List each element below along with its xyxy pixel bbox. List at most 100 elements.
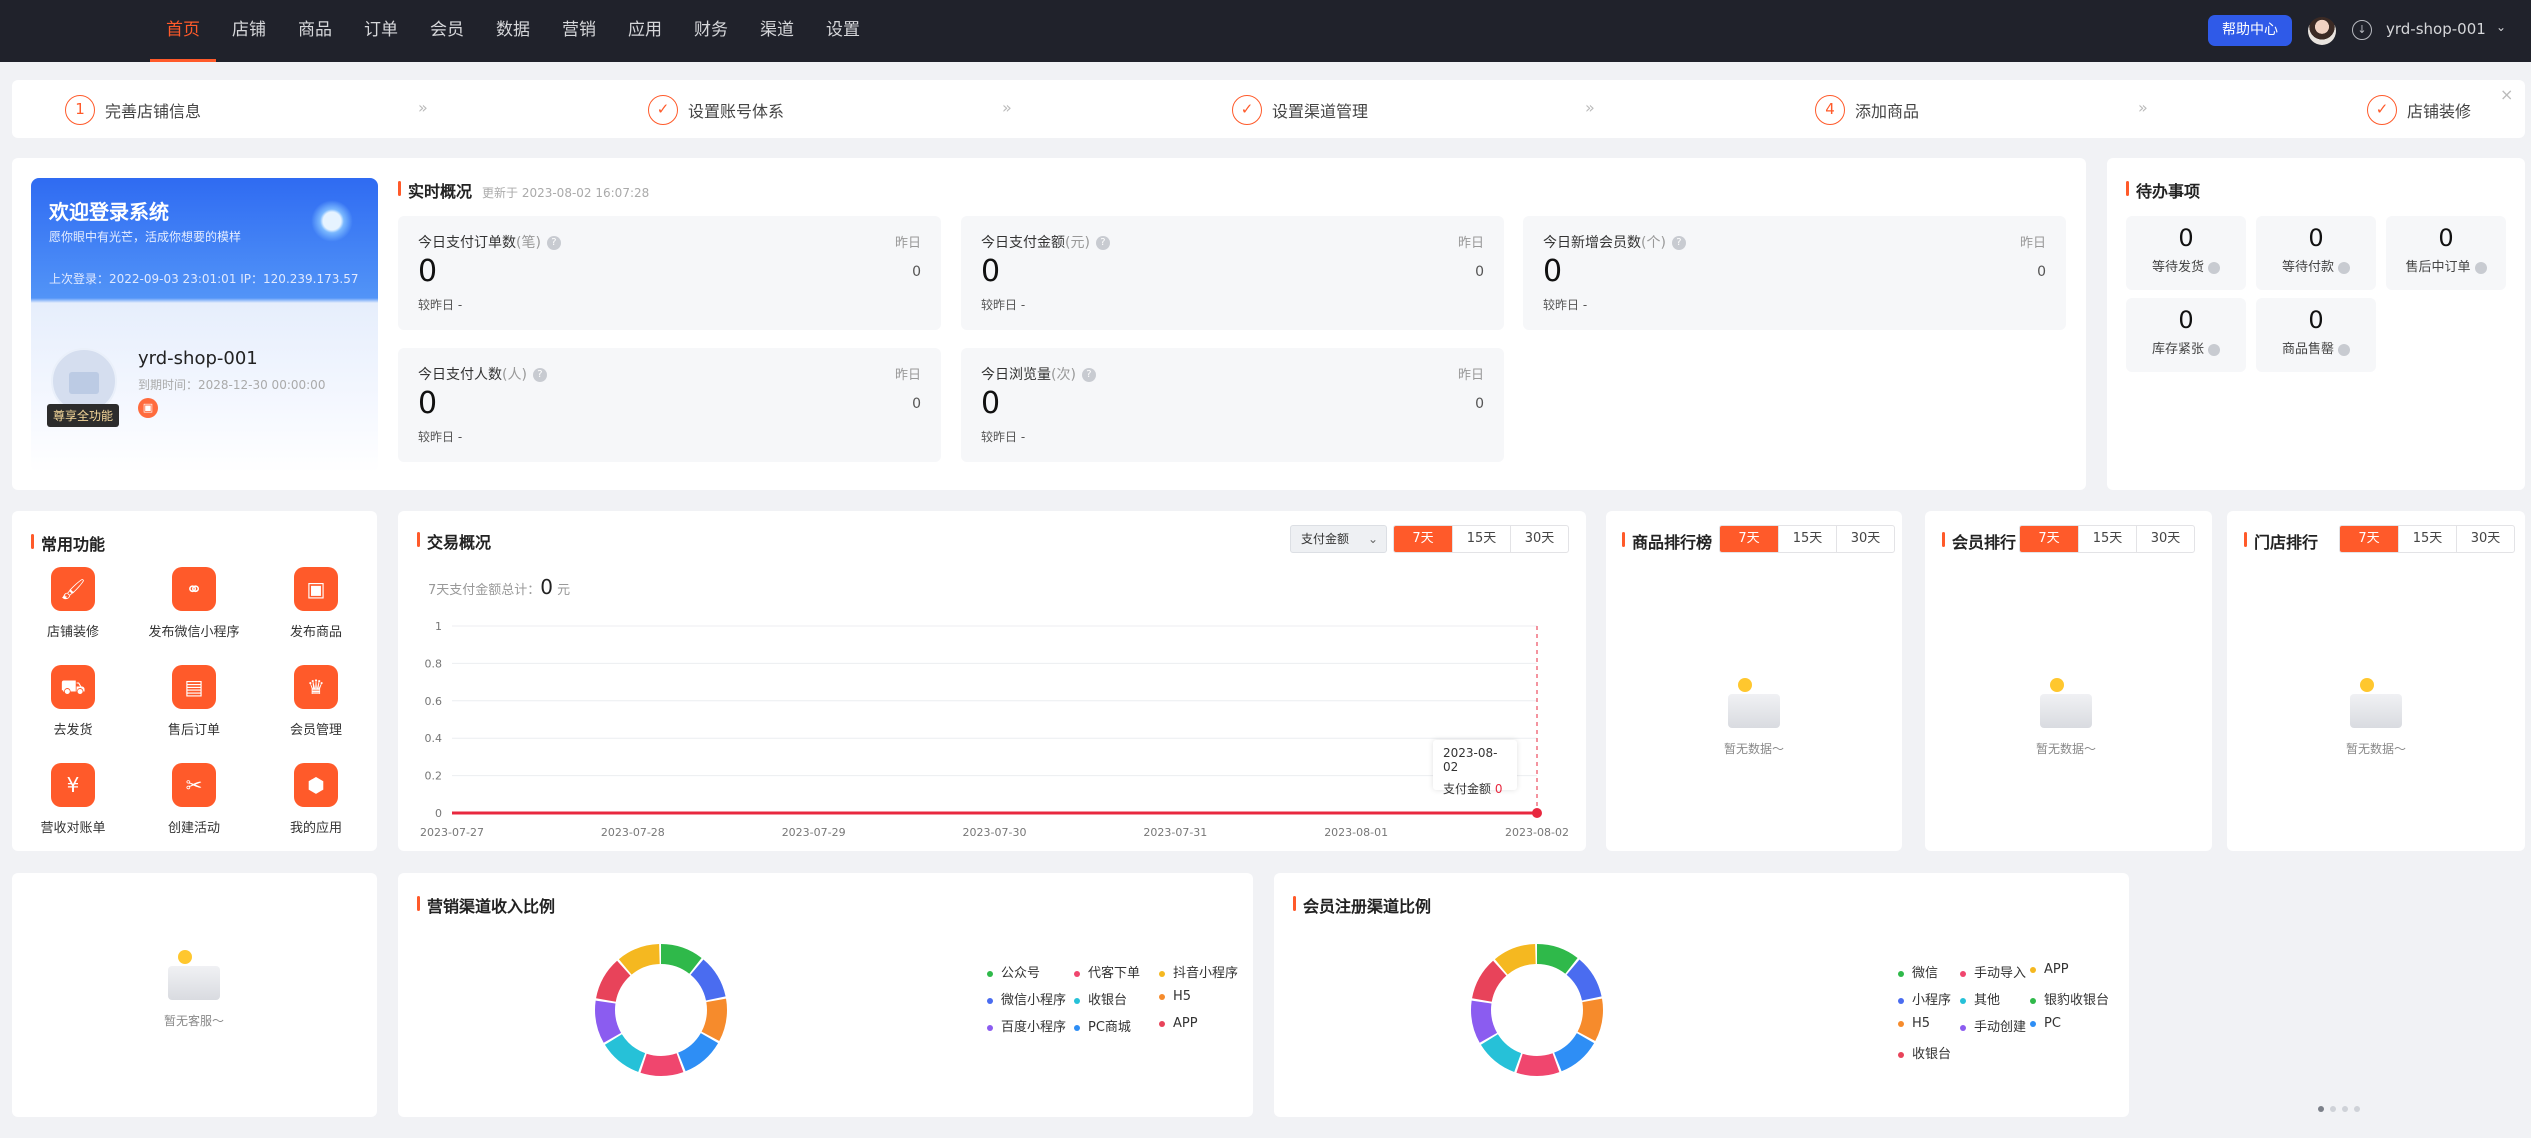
legend-item[interactable]: APP — [2030, 962, 2069, 977]
step-add-goods[interactable]: 4 添加商品 — [1815, 95, 1919, 125]
welcome-title: 欢迎登录系统 — [49, 200, 169, 224]
function-truck[interactable]: ⛟ 去发货 — [13, 665, 133, 738]
legend-item[interactable]: 手动创建 — [1960, 1016, 2026, 1035]
help-icon[interactable]: ? — [546, 236, 561, 250]
function-mini-program[interactable]: ⚭ 发布微信小程序 — [134, 567, 254, 640]
help-icon[interactable]: ? — [1095, 236, 1110, 250]
tab-30-days[interactable]: 30天 — [1836, 526, 1894, 552]
pager-dot[interactable] — [2318, 1106, 2324, 1112]
nav-item-settings[interactable]: 设置 — [810, 0, 876, 62]
tab-30-days[interactable]: 30天 — [2136, 526, 2194, 552]
nav-item-shop[interactable]: 店铺 — [216, 0, 282, 62]
tab-15-days[interactable]: 15天 — [2078, 526, 2136, 552]
stat-yesterday-value: 0 — [2037, 264, 2046, 280]
x-tick-label: 2023-08-01 — [1324, 826, 1388, 839]
legend-item[interactable]: 收银台 — [1898, 1043, 1951, 1062]
legend-item[interactable]: 微信 — [1898, 962, 1938, 981]
legend-item[interactable]: 其他 — [1960, 989, 2000, 1008]
legend-label: 微信 — [1912, 966, 1939, 981]
nav-item-goods[interactable]: 商品 — [282, 0, 348, 62]
tab-15-days[interactable]: 15天 — [2398, 526, 2456, 552]
legend-item[interactable]: 抖音小程序 — [1159, 962, 1238, 981]
channel-income-donut — [595, 944, 727, 1076]
todo-after-sale[interactable]: 0 售后中订单 — [2386, 216, 2506, 290]
function-paint-roller[interactable]: 🖌 店铺装修 — [13, 567, 133, 640]
help-icon[interactable] — [2208, 261, 2220, 274]
todo-sold-out[interactable]: 0 商品售罄 — [2256, 298, 2376, 372]
todo-low-stock[interactable]: 0 库存紧张 — [2126, 298, 2246, 372]
function-after-sale[interactable]: ▤ 售后订单 — [134, 665, 254, 738]
metric-select[interactable]: 支付金额 ⌄ — [1290, 525, 1387, 553]
legend-item[interactable]: 小程序 — [1898, 989, 1951, 1008]
nav-item-data[interactable]: 数据 — [480, 0, 546, 62]
help-icon[interactable]: ? — [1081, 368, 1096, 382]
nav-item-finance[interactable]: 财务 — [678, 0, 744, 62]
account-shop-name[interactable]: yrd-shop-001 — [2386, 20, 2486, 38]
tab-30-days[interactable]: 30天 — [1510, 526, 1568, 552]
legend-item[interactable]: PC — [2030, 1016, 2061, 1031]
tab-15-days[interactable]: 15天 — [1452, 526, 1510, 552]
todo-count: 0 — [2178, 224, 2194, 252]
close-icon[interactable]: × — [2500, 85, 2513, 104]
pager-dot[interactable] — [2342, 1106, 2348, 1112]
legend-item[interactable]: PC商城 — [1074, 1016, 1131, 1035]
legend-item[interactable]: 百度小程序 — [987, 1016, 1066, 1035]
tab-7-days[interactable]: 7天 — [1720, 526, 1778, 552]
nav-item-marketing[interactable]: 营销 — [546, 0, 612, 62]
help-icon[interactable] — [2338, 343, 2350, 356]
nav-item-apps[interactable]: 应用 — [612, 0, 678, 62]
help-icon[interactable] — [2338, 261, 2350, 274]
check-icon: ✓ — [648, 95, 678, 125]
tab-15-days[interactable]: 15天 — [1778, 526, 1836, 552]
legend-item[interactable]: 公众号 — [987, 962, 1040, 981]
trade-total-unit: 元 — [557, 583, 571, 598]
download-icon[interactable]: ↓ — [2352, 20, 2372, 40]
pager-dot[interactable] — [2354, 1106, 2360, 1112]
function-yuan-bill[interactable]: ¥ 营收对账单 — [13, 763, 133, 836]
pager-dot[interactable] — [2330, 1106, 2336, 1112]
legend-dot — [2030, 966, 2036, 973]
trade-title: 交易概况 — [417, 529, 491, 553]
todo-awaiting-payment[interactable]: 0 等待付款 — [2256, 216, 2376, 290]
tab-7-days[interactable]: 7天 — [2340, 526, 2398, 552]
legend-item[interactable]: H5 — [1898, 1016, 1930, 1031]
help-icon[interactable]: ? — [532, 368, 547, 382]
todo-awaiting-shipment[interactable]: 0 等待发货 — [2126, 216, 2246, 290]
function-cube[interactable]: ⬢ 我的应用 — [256, 763, 376, 836]
function-ticket[interactable]: ✂ 创建活动 — [134, 763, 254, 836]
tab-30-days[interactable]: 30天 — [2456, 526, 2514, 552]
legend-label: 抖音小程序 — [1173, 966, 1239, 981]
legend-item[interactable]: 银豹收银台 — [2030, 989, 2109, 1008]
chevron-down-icon[interactable]: ⌄ — [2496, 20, 2506, 34]
legend-item[interactable]: H5 — [1159, 989, 1191, 1004]
step-account-system[interactable]: ✓ 设置账号体系 — [648, 95, 784, 125]
step-shop-info[interactable]: 1 完善店铺信息 — [65, 95, 201, 125]
todo-label: 等待付款 — [2281, 260, 2334, 275]
legend-item[interactable]: 手动导入 — [1960, 962, 2026, 981]
step-channel-management[interactable]: ✓ 设置渠道管理 — [1232, 95, 1368, 125]
step-shop-decoration[interactable]: ✓ 店铺装修 — [2367, 95, 2471, 125]
legend-item[interactable]: 代客下单 — [1074, 962, 1140, 981]
nav-item-orders[interactable]: 订单 — [348, 0, 414, 62]
realtime-title: 实时概况 — [398, 178, 472, 202]
tab-7-days[interactable]: 7天 — [1394, 526, 1452, 552]
help-icon[interactable] — [2474, 261, 2487, 274]
nav-item-channels[interactable]: 渠道 — [744, 0, 810, 62]
stat-label: 今日新增会员数(个)? — [1543, 232, 1686, 252]
function-publish-goods[interactable]: ▣ 发布商品 — [256, 567, 376, 640]
data-point[interactable] — [1532, 808, 1542, 818]
nav-item-home[interactable]: 首页 — [150, 0, 216, 62]
function-crown[interactable]: ♛ 会员管理 — [256, 665, 376, 738]
help-icon[interactable] — [2208, 343, 2220, 356]
paint-roller-icon: 🖌 — [51, 567, 95, 611]
tab-7-days[interactable]: 7天 — [2020, 526, 2078, 552]
user-avatar[interactable] — [2308, 17, 2336, 45]
cube-icon: ⬢ — [294, 763, 338, 807]
legend-dot — [1159, 1020, 1165, 1027]
legend-item[interactable]: APP — [1159, 1016, 1198, 1031]
nav-item-members[interactable]: 会员 — [414, 0, 480, 62]
legend-item[interactable]: 收银台 — [1074, 989, 1127, 1008]
help-icon[interactable]: ? — [1671, 236, 1686, 250]
help-center-button[interactable]: 帮助中心 — [2208, 15, 2292, 46]
legend-item[interactable]: 微信小程序 — [987, 989, 1066, 1008]
